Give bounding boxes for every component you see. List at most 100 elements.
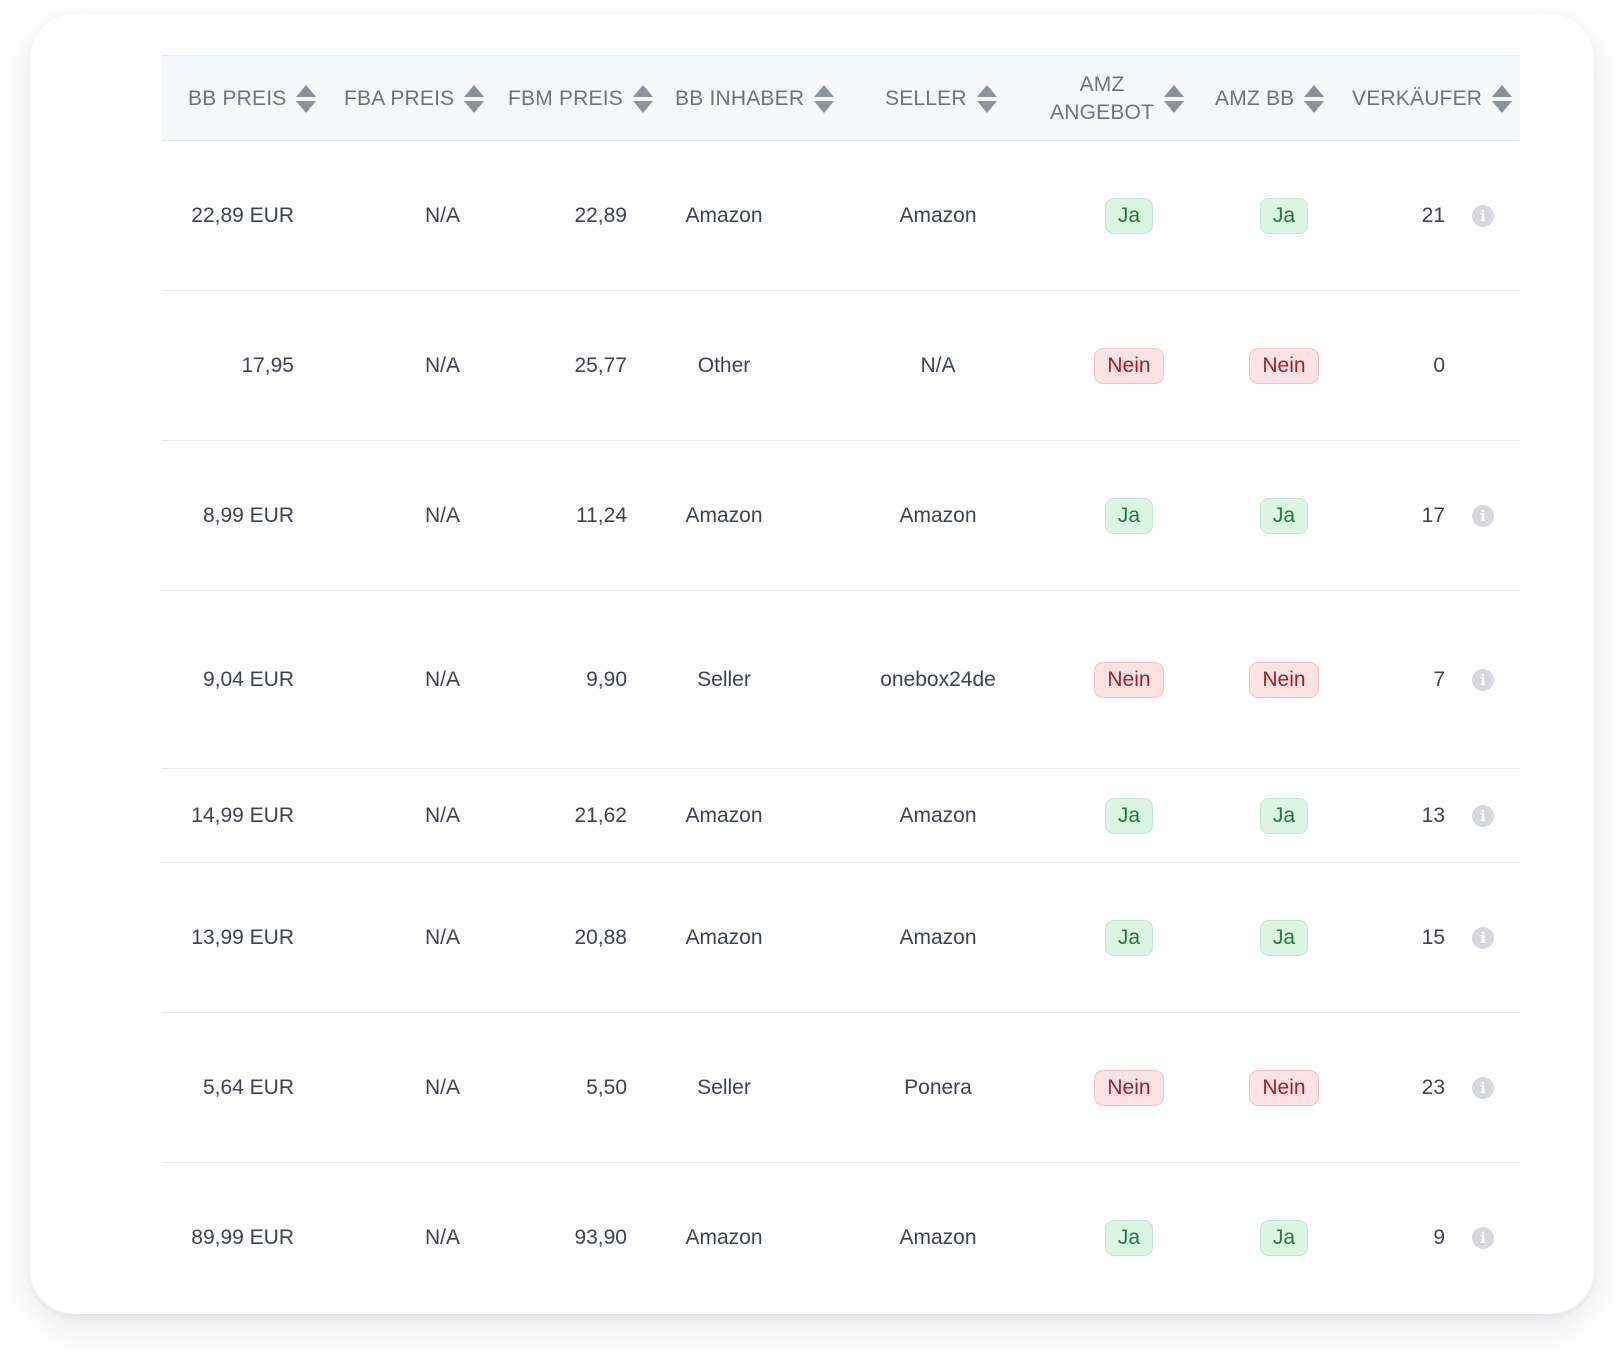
table-body: 22,89 EUR N/A 22,89 Amazon Amazon Ja Ja 21 i 17,9… (162, 141, 1520, 1313)
status-badge: Ja (1259, 197, 1309, 234)
column-header-amz-bb[interactable]: AMZ BB (1215, 56, 1325, 142)
cell-amz-bb: Nein (1224, 591, 1344, 768)
cell-amz-angebot: Nein (1069, 591, 1189, 768)
status-badge: Nein (1094, 661, 1164, 698)
info-icon[interactable]: i (1472, 668, 1494, 691)
cell-fbm-preis-text: 9,90 (586, 667, 627, 691)
column-header-amz-angebot[interactable]: AMZ ANGEBOT (1050, 56, 1185, 142)
table-row[interactable]: 5,64 EUR N/A 5,50 Seller Ponera Nein Nein 23 i (162, 1013, 1520, 1163)
column-header-fba-preis[interactable]: FBA PREIS (344, 56, 485, 142)
info-icon[interactable]: i (1472, 504, 1494, 527)
column-header-bb-preis[interactable]: BB PREIS (188, 56, 317, 142)
column-header-label: BB PREIS (188, 87, 287, 110)
cell-info: i (1468, 1163, 1498, 1313)
cell-amz-angebot: Ja (1069, 141, 1189, 290)
table-row[interactable]: 89,99 EUR N/A 93,90 Amazon Amazon Ja Ja 9 i (162, 1163, 1520, 1313)
table-row[interactable]: 22,89 EUR N/A 22,89 Amazon Amazon Ja Ja 21 i (162, 141, 1520, 291)
sort-icon[interactable] (814, 84, 835, 114)
table-row[interactable]: 13,99 EUR N/A 20,88 Amazon Amazon Ja Ja 15 i (162, 863, 1520, 1013)
sort-icon[interactable] (1492, 84, 1513, 114)
cell-amz-bb: Ja (1224, 141, 1344, 290)
cell-seller: Amazon (818, 769, 1058, 862)
cell-info: i (1468, 591, 1498, 768)
cell-info: i (1468, 863, 1498, 1012)
column-header-bb-inhaber[interactable]: BB INHABER (675, 56, 835, 142)
cell-bb-preis: 14,99 EUR (162, 769, 294, 862)
sort-icon[interactable] (1164, 84, 1185, 114)
cell-amz-angebot: Ja (1069, 1163, 1189, 1313)
cell-verkaeufer: 17 (1362, 441, 1445, 590)
cell-fba-preis-text: N/A (424, 667, 460, 691)
cell-bb-inhaber-text: Amazon (685, 925, 763, 949)
cell-verkaeufer-text: 7 (1433, 667, 1445, 691)
cell-seller-text: Amazon (899, 1226, 977, 1249)
status-badge: Nein (1249, 1069, 1319, 1106)
sort-icon[interactable] (464, 84, 485, 114)
cell-bb-preis-text: 9,04 EUR (202, 667, 294, 691)
cell-fbm-preis-text: 20,88 (574, 925, 627, 949)
status-badge: Ja (1104, 1220, 1154, 1256)
info-icon[interactable]: i (1472, 926, 1494, 949)
cell-info: i (1468, 441, 1498, 590)
column-header-seller[interactable]: SELLER (885, 56, 997, 142)
cell-bb-inhaber-text: Amazon (685, 503, 763, 527)
table-row[interactable]: 9,04 EUR N/A 9,90 Seller onebox24de Nein Nein 7… (162, 591, 1520, 769)
status-badge: Nein (1249, 347, 1319, 384)
cell-seller-text: onebox24de (880, 667, 996, 691)
cell-seller-text: N/A (920, 353, 956, 377)
cell-seller-text: Amazon (899, 925, 977, 949)
cell-info: i (1468, 769, 1498, 862)
cell-fba-preis: N/A (322, 441, 460, 590)
cell-fbm-preis: 20,88 (492, 863, 627, 1012)
cell-bb-preis-text: 8,99 EUR (202, 503, 294, 527)
sort-icon[interactable] (632, 84, 653, 114)
sort-icon[interactable] (976, 84, 997, 114)
column-header-label: AMZ ANGEBOT (1050, 71, 1154, 127)
cell-amz-angebot: Nein (1069, 291, 1189, 440)
cell-bb-inhaber-text: Amazon (685, 203, 763, 227)
info-icon[interactable]: i (1472, 204, 1494, 227)
cell-fbm-preis-text: 11,24 (576, 503, 627, 527)
cell-fba-preis-text: N/A (424, 353, 460, 377)
offers-table: BB PREIS FBA PREIS FBM PREIS BB INHABER … (162, 55, 1520, 1313)
sort-icon[interactable] (296, 84, 317, 114)
cell-fbm-preis: 9,90 (492, 591, 627, 768)
column-header-label: SELLER (885, 87, 967, 110)
cell-bb-preis: 13,99 EUR (162, 863, 294, 1012)
cell-verkaeufer-text: 17 (1421, 503, 1445, 527)
column-header-label: BB INHABER (675, 87, 805, 110)
cell-bb-preis: 22,89 EUR (162, 141, 294, 290)
status-badge: Ja (1259, 497, 1309, 534)
cell-amz-bb: Ja (1224, 863, 1344, 1012)
cell-seller: Amazon (818, 441, 1058, 590)
cell-seller: Amazon (818, 863, 1058, 1012)
cell-bb-inhaber: Other (644, 291, 804, 440)
cell-verkaeufer-text: 0 (1433, 353, 1445, 377)
cell-fbm-preis-text: 93,90 (574, 1226, 627, 1249)
status-badge: Ja (1104, 497, 1154, 534)
cell-bb-preis: 8,99 EUR (162, 441, 294, 590)
cell-seller: N/A (818, 291, 1058, 440)
status-badge: Ja (1259, 1220, 1309, 1256)
info-icon[interactable]: i (1472, 1076, 1494, 1099)
info-icon[interactable]: i (1472, 804, 1494, 827)
cell-amz-bb: Nein (1224, 291, 1344, 440)
sort-icon[interactable] (1304, 84, 1325, 114)
cell-amz-angebot: Ja (1069, 441, 1189, 590)
column-header-fbm-preis[interactable]: FBM PREIS (508, 56, 653, 142)
table-row[interactable]: 14,99 EUR N/A 21,62 Amazon Amazon Ja Ja 13 i (162, 769, 1520, 863)
table-row[interactable]: 17,95 N/A 25,77 Other N/A Nein Nein 0 (162, 291, 1520, 441)
cell-fba-preis: N/A (322, 1163, 460, 1313)
cell-amz-bb: Ja (1224, 769, 1344, 862)
column-header-label: FBM PREIS (508, 87, 623, 110)
cell-bb-inhaber: Amazon (644, 441, 804, 590)
info-icon[interactable]: i (1472, 1227, 1494, 1249)
column-header-label-line2: ANGEBOT (1050, 101, 1155, 124)
cell-bb-inhaber-text: Seller (697, 667, 751, 691)
cell-fba-preis: N/A (322, 141, 460, 290)
table-row[interactable]: 8,99 EUR N/A 11,24 Amazon Amazon Ja Ja 17 i (162, 441, 1520, 591)
cell-seller: onebox24de (818, 591, 1058, 768)
cell-fba-preis-text: N/A (424, 1226, 460, 1249)
cell-bb-inhaber: Amazon (644, 141, 804, 290)
column-header-verkaeufer[interactable]: VERKÄUFER (1352, 56, 1513, 142)
